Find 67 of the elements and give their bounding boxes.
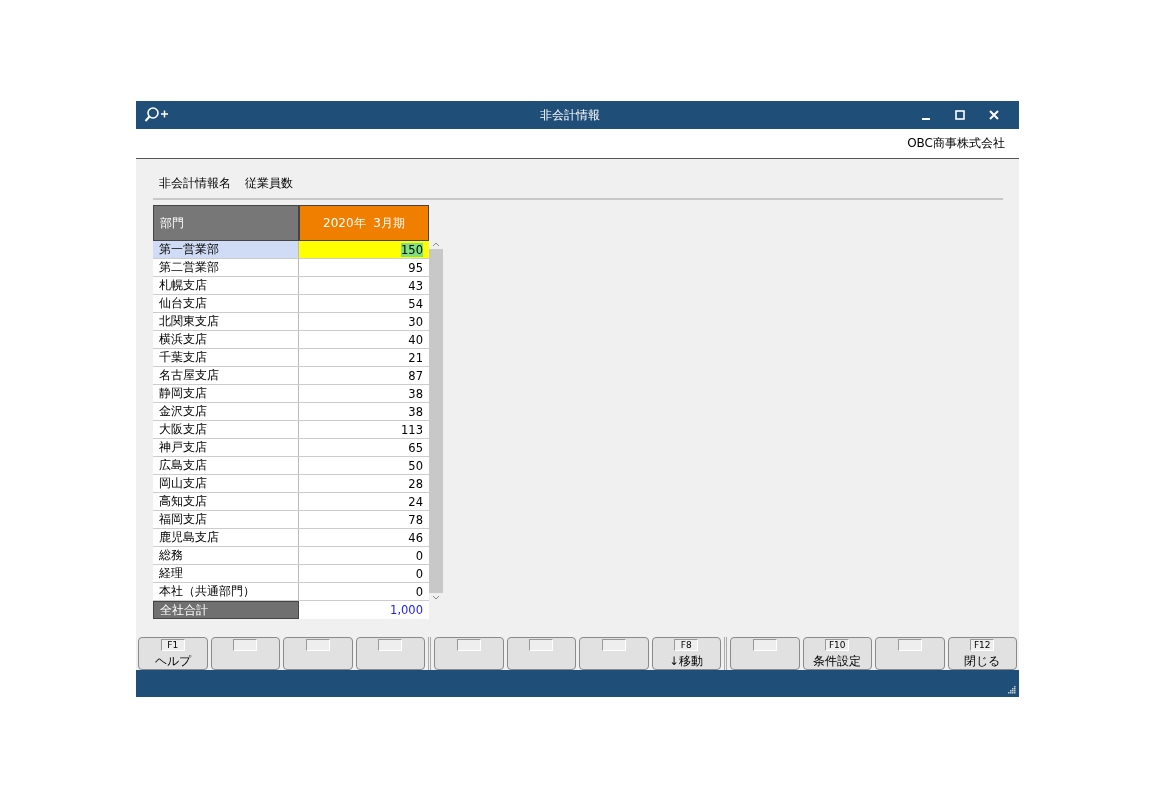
- table-cell: 静岡支店: [153, 385, 299, 403]
- table-cell: 仙台支店: [153, 295, 299, 313]
- table-cell: 岡山支店: [153, 475, 299, 493]
- table-cell: 40: [299, 331, 429, 349]
- table-cell: 43: [299, 277, 429, 295]
- function-key-button[interactable]: [434, 637, 504, 670]
- function-key-button[interactable]: F8 ↓移動: [651, 637, 721, 670]
- column-header: 部門: [153, 205, 299, 241]
- function-key-button[interactable]: [875, 637, 945, 670]
- table-cell: 150: [299, 241, 429, 259]
- table-cell: 経理: [153, 565, 299, 583]
- table-cell: 0: [299, 583, 429, 601]
- table-cell: 名古屋支店: [153, 367, 299, 385]
- function-key-button[interactable]: [355, 637, 425, 670]
- table-cell: 24: [299, 493, 429, 511]
- table-cell: 65: [299, 439, 429, 457]
- table-cell: 46: [299, 529, 429, 547]
- maximize-icon: [955, 110, 965, 120]
- table-cell: 神戸支店: [153, 439, 299, 457]
- chevron-up-icon[interactable]: [432, 241, 440, 247]
- info-label: 非会計情報名: [159, 175, 231, 192]
- info-value: 従業員数: [245, 175, 293, 192]
- total-label: 全社合計: [153, 601, 299, 619]
- table-cell: 福岡支店: [153, 511, 299, 529]
- close-icon: [989, 110, 999, 120]
- table-cell: 54: [299, 295, 429, 313]
- table-cell: 総務: [153, 547, 299, 565]
- table-cell: 21: [299, 349, 429, 367]
- table-cell: 本社（共通部門）: [153, 583, 299, 601]
- chevron-down-icon[interactable]: [432, 595, 440, 601]
- window-title: 非会計情報: [538, 106, 601, 124]
- table-cell: 第一営業部: [153, 241, 299, 259]
- search-plus-icon[interactable]: [144, 106, 170, 124]
- table-cell: 横浜支店: [153, 331, 299, 349]
- table-cell: 大阪支店: [153, 421, 299, 439]
- function-key-button[interactable]: [210, 637, 280, 670]
- company-name: OBC商事株式会社: [907, 135, 1005, 152]
- table-cell: 札幌支店: [153, 277, 299, 295]
- table-cell: 38: [299, 403, 429, 421]
- function-key-button[interactable]: F1 ヘルプ: [138, 637, 208, 670]
- table-cell: 北関東支店: [153, 313, 299, 331]
- function-key-button[interactable]: F10 条件設定: [802, 637, 872, 670]
- table-cell: 0: [299, 565, 429, 583]
- table-cell: 広島支店: [153, 457, 299, 475]
- table-cell: 28: [299, 475, 429, 493]
- minimize-icon: [922, 118, 930, 120]
- table-cell: 第二営業部: [153, 259, 299, 277]
- table-cell: 金沢支店: [153, 403, 299, 421]
- table-cell: 30: [299, 313, 429, 331]
- table-cell: 78: [299, 511, 429, 529]
- table-cell: 千葉支店: [153, 349, 299, 367]
- table-cell: 95: [299, 259, 429, 277]
- function-key-button[interactable]: [283, 637, 353, 670]
- table-cell: 87: [299, 367, 429, 385]
- total-value: 1,000: [299, 601, 429, 619]
- function-key-button[interactable]: [506, 637, 576, 670]
- function-key-button[interactable]: [730, 637, 800, 670]
- function-key-button[interactable]: F12 閉じる: [947, 637, 1017, 670]
- column-header: 2020年 3月期: [299, 205, 429, 241]
- function-key-button[interactable]: [579, 637, 649, 670]
- table-cell: 鹿児島支店: [153, 529, 299, 547]
- table-cell: 0: [299, 547, 429, 565]
- resize-grip-icon[interactable]: [1008, 686, 1016, 694]
- table-cell: 113: [299, 421, 429, 439]
- table-cell: 高知支店: [153, 493, 299, 511]
- table-cell: 50: [299, 457, 429, 475]
- table-cell: 38: [299, 385, 429, 403]
